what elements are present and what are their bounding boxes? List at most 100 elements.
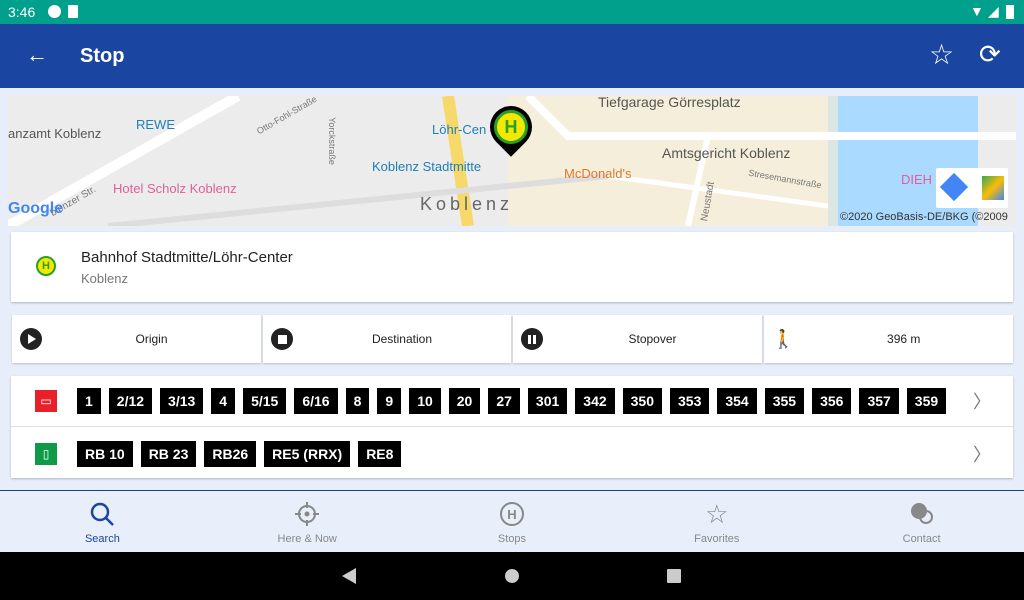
nav-favorites[interactable]: ☆ Favorites — [614, 491, 819, 552]
stop-icon — [271, 328, 293, 350]
bus-line-badge[interactable]: 301 — [527, 388, 568, 414]
map-label: Amtsgericht Koblenz — [662, 145, 791, 161]
nav-label: Here & Now — [277, 533, 337, 545]
status-bar: 3:46 ▼ ◢ — [0, 0, 1024, 24]
system-nav-bar — [0, 552, 1024, 600]
bus-line-badge[interactable]: 356 — [812, 388, 852, 414]
bus-line-list: 1 2/12 3/13 4 5/15 6/16 8 9 10 20 27 301 342 350 353 35… — [77, 388, 954, 414]
google-maps-icon[interactable] — [982, 176, 1004, 200]
train-line-badge[interactable]: RE5 (RRX) — [264, 440, 351, 467]
map-label: anzamt Koblenz — [8, 126, 102, 141]
bus-line-badge[interactable]: 20 — [448, 388, 481, 414]
wifi-icon: ▼ — [970, 3, 984, 19]
directions-icon[interactable] — [939, 172, 969, 202]
train-line-badge[interactable]: RB 23 — [140, 440, 197, 467]
train-line-list: RB 10 RB 23 RB26 RE5 (RRX) RE8 — [77, 440, 409, 467]
bus-icon: ▭ — [35, 390, 57, 412]
bus-line-badge[interactable]: 10 — [409, 388, 441, 414]
bus-line-badge[interactable]: 357 — [859, 388, 899, 414]
chevron-right-icon[interactable]: 〉 — [973, 388, 991, 414]
nav-label: Favorites — [694, 533, 740, 545]
nav-search[interactable]: Search — [0, 491, 205, 552]
stop-name: Bahnhof Stadtmitte/Löhr-Center — [81, 249, 293, 266]
bus-line-badge[interactable]: 355 — [764, 388, 805, 414]
signal-icon: ◢ — [988, 3, 999, 19]
bottom-nav: Search Here & Now H Stops ☆ Favorites Cont… — [0, 490, 1024, 552]
stop-h-icon: H — [499, 502, 524, 526]
status-time: 3:46 — [8, 4, 36, 20]
map-label: Yorckstraße — [326, 117, 337, 165]
train-icon: ▯ — [35, 442, 57, 465]
nav-label: Stops — [497, 533, 527, 545]
origin-label: Origin — [135, 332, 168, 346]
back-button[interactable]: ← — [26, 42, 48, 68]
play-icon — [20, 328, 42, 350]
train-lines-row[interactable]: ▯ RB 10 RB 23 RB26 RE5 (RRX) RE8 〉 — [11, 428, 1013, 479]
bus-line-badge[interactable]: 6/16 — [294, 388, 338, 414]
walk-distance-button[interactable]: 🚶 396 m — [764, 315, 1013, 363]
bus-line-badge[interactable]: 353 — [670, 388, 710, 414]
sd-card-icon — [68, 5, 78, 18]
bus-line-badge[interactable]: 342 — [575, 388, 615, 414]
bus-lines-row[interactable]: ▭ 1 2/12 3/13 4 5/15 6/16 8 9 10 20 27 301 342 350 353… — [11, 376, 1013, 427]
map-label: DIEH — [901, 172, 933, 187]
refresh-button[interactable]: ⟳ — [979, 39, 1001, 70]
app-bar: ← Stop ☆ ⟳ — [0, 24, 1024, 88]
stop-h-icon: H — [36, 256, 56, 276]
map-label: Hotel Scholz Koblenz — [113, 181, 237, 196]
pause-icon — [521, 328, 543, 350]
bus-line-badge[interactable]: 4 — [211, 388, 236, 414]
train-line-badge[interactable]: RE8 — [358, 440, 402, 467]
stopover-button[interactable]: Stopover — [513, 315, 762, 363]
map-label: Koblenz Stadtmitte — [372, 159, 482, 174]
nav-stops[interactable]: H Stops — [410, 491, 615, 552]
destination-label: Destination — [371, 332, 433, 346]
bus-line-badge[interactable]: 2/12 — [108, 388, 153, 414]
bus-line-badge[interactable]: 359 — [906, 388, 947, 414]
back-nav-icon[interactable] — [342, 568, 356, 584]
star-icon: ☆ — [705, 499, 729, 529]
search-icon — [91, 502, 115, 526]
favorite-star-button[interactable]: ☆ — [929, 38, 954, 71]
crosshair-icon — [295, 502, 320, 526]
walk-distance: 396 m — [887, 332, 921, 346]
stop-city: Koblenz — [81, 271, 128, 286]
stop-info-card: H Bahnhof Stadtmitte/Löhr-Center Koblenz — [11, 232, 1013, 302]
destination-button[interactable]: Destination — [263, 315, 511, 363]
nav-here-now[interactable]: Here & Now — [205, 491, 410, 552]
map-label: Tiefgarage Görresplatz — [598, 96, 741, 110]
map-toolbar — [936, 168, 1008, 208]
bus-line-badge[interactable]: 27 — [488, 388, 520, 414]
notification-icon — [48, 5, 61, 18]
map-label: McDonald's — [564, 166, 632, 181]
google-logo: Google — [8, 200, 64, 217]
train-line-badge[interactable]: RB 10 — [77, 440, 133, 467]
chat-icon — [910, 503, 933, 524]
walk-icon: 🚶 — [772, 328, 795, 349]
map-label: Löhr-Cen — [432, 122, 487, 137]
bus-line-badge[interactable]: 9 — [377, 388, 402, 414]
train-line-badge[interactable]: RB26 — [204, 440, 257, 467]
bus-line-badge[interactable]: 3/13 — [160, 388, 204, 414]
bus-line-badge[interactable]: 8 — [345, 388, 370, 414]
chevron-right-icon[interactable]: 〉 — [973, 441, 991, 467]
bus-line-badge[interactable]: 5/15 — [243, 388, 287, 414]
svg-text:H: H — [507, 507, 516, 522]
nav-label: Search — [84, 533, 120, 545]
recents-nav-icon[interactable] — [667, 569, 681, 583]
bus-line-badge[interactable]: 354 — [717, 388, 757, 414]
page-title: Stop — [80, 45, 125, 67]
battery-icon — [1006, 5, 1014, 19]
map-copyright: ©2020 GeoBasis-DE/BKG (©2009 — [840, 211, 1008, 223]
nav-contact[interactable]: Contact — [819, 491, 1024, 552]
stop-marker-h-icon: H — [494, 110, 528, 144]
map-label: REWE — [136, 117, 175, 132]
origin-button[interactable]: Origin — [12, 315, 261, 363]
bus-line-badge[interactable]: 350 — [622, 388, 662, 414]
map-label: Koblenz — [420, 194, 514, 214]
home-nav-icon[interactable] — [505, 569, 519, 583]
nav-label: Contact — [902, 533, 941, 545]
bus-line-badge[interactable]: 1 — [77, 388, 101, 414]
stopover-label: Stopover — [628, 332, 677, 346]
map-view[interactable]: Tiefgarage Görresplatz Löhr-Cen REWE anz… — [8, 96, 1016, 226]
